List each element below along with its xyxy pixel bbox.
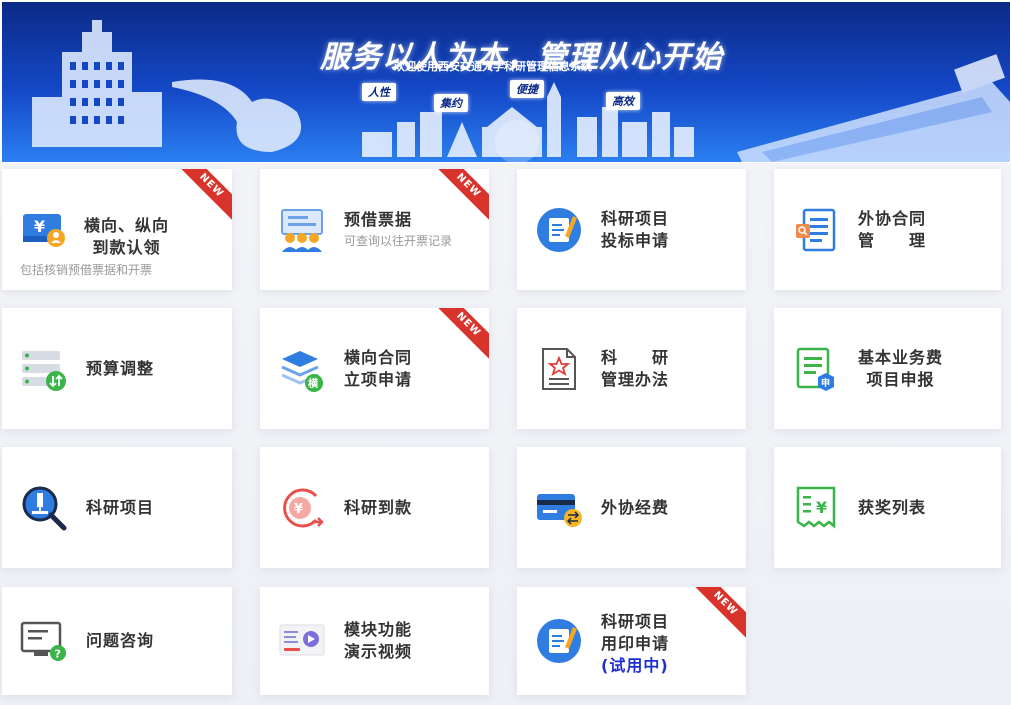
card-title: 横向合同 立项申请 — [344, 347, 413, 389]
banner-tag: 高效 — [606, 92, 640, 110]
card-title: 模块功能 演示视频 — [344, 620, 413, 661]
yuan-receipt-icon: ¥ — [796, 486, 836, 529]
server-exchange-icon — [22, 350, 66, 391]
card-title: 基本业务费 项目申报 — [858, 347, 944, 389]
card-title: 科研项目 用印申请 (试用中) — [601, 612, 670, 676]
card-subtitle: 可查询以往开票记录 — [344, 233, 453, 248]
card-arrival-claim[interactable]: ¥ 横向、纵向 到款认领 包括核销预借票据和开票 NEW — [2, 169, 232, 290]
svg-text:¥: ¥ — [816, 498, 827, 517]
svg-text:?: ? — [55, 648, 61, 661]
card-seal-application[interactable]: 科研项目 用印申请 (试用中) NEW — [517, 587, 746, 695]
star-document-icon — [542, 347, 576, 390]
card-inquiry[interactable]: ? 问题咨询 — [2, 587, 232, 695]
svg-text:¥: ¥ — [294, 502, 303, 517]
yuan-arrow-icon: ¥ — [283, 488, 324, 527]
video-thumbnail-icon — [279, 624, 325, 656]
card-title: 外协合同 管 理 — [858, 208, 927, 250]
card-title: 科 研 管理办法 — [601, 347, 670, 389]
card-award-list[interactable]: ¥ 获奖列表 — [774, 447, 1001, 568]
card-research-regulations[interactable]: 科 研 管理办法 — [517, 308, 746, 429]
card-outsourcing-funds[interactable]: 外协经费 — [517, 447, 746, 568]
contract-search-icon — [796, 208, 836, 251]
badge-char: 横 — [308, 377, 319, 390]
card-title: 外协经费 — [601, 497, 670, 517]
form-shen-icon: 申 — [796, 347, 834, 391]
monitor-question-icon: ? — [20, 621, 66, 661]
banner-tag: 便捷 — [510, 80, 544, 98]
new-badge: NEW — [431, 308, 489, 362]
card-horizontal-contract[interactable]: 横 横向合同 立项申请 NEW — [260, 308, 489, 429]
banner-welcome-text: 欢迎使用西安交通大学科研管理信息系统 — [394, 60, 592, 73]
card-research-funds[interactable]: ¥ 科研到款 — [260, 447, 489, 568]
badge-char: 申 — [821, 377, 830, 389]
card-transfer-icon — [537, 493, 582, 527]
card-title: 预算调整 — [86, 358, 155, 378]
microscope-search-icon — [22, 486, 67, 530]
card-title: 科研项目 投标申请 — [601, 208, 670, 250]
card-outsourcing-contract[interactable]: 外协合同 管 理 — [774, 169, 1001, 290]
card-research-projects[interactable]: 科研项目 — [2, 447, 232, 568]
banner-skyline-illustration — [32, 20, 1010, 162]
card-advance-invoice[interactable]: 预借票据 可查询以往开票记录 NEW — [260, 169, 489, 290]
card-title: 问题咨询 — [86, 631, 155, 650]
team-board-icon — [281, 208, 323, 252]
card-demo-video[interactable]: 模块功能 演示视频 — [260, 587, 489, 695]
card-title: 科研项目 — [86, 497, 155, 517]
card-title: 获奖列表 — [858, 497, 927, 517]
card-basic-fund-project[interactable]: 申 基本业务费 项目申报 — [774, 308, 1001, 429]
banner-tag: 集约 — [434, 94, 468, 112]
trial-status-label: (试用中) — [601, 656, 669, 676]
card-budget-adjust[interactable]: 预算调整 — [2, 308, 232, 429]
card-title: 科研到款 — [344, 497, 413, 517]
new-badge: NEW — [174, 169, 232, 223]
document-pen-icon — [537, 619, 581, 663]
layers-heng-icon: 横 — [281, 350, 323, 392]
document-pen-icon — [537, 207, 581, 252]
invoice-yuan-user-icon: ¥ — [23, 213, 65, 247]
card-title: 预借票据 可查询以往开票记录 — [344, 209, 452, 251]
svg-text:¥: ¥ — [34, 217, 45, 236]
banner-tag: 人性 — [362, 83, 396, 101]
card-title: 横向、纵向 到款认领 — [84, 216, 170, 257]
new-badge: NEW — [688, 587, 746, 641]
card-bid-application[interactable]: 科研项目 投标申请 — [517, 169, 746, 290]
card-subtitle: 包括核销预借票据和开票 — [20, 263, 153, 277]
header-banner: 服务以人为本，管理从心开始 欢迎使用西安交通大学科研管理信息系统 人性 集约 便… — [2, 2, 1010, 162]
